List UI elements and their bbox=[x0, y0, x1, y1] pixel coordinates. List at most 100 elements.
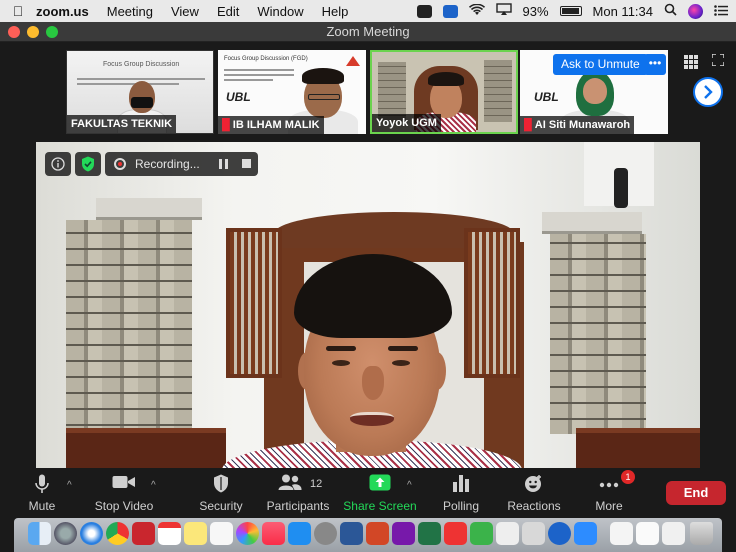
security-button[interactable]: Security bbox=[194, 468, 248, 518]
recording-label: Recording... bbox=[135, 157, 200, 171]
notes-icon[interactable] bbox=[184, 522, 207, 545]
more-notification-badge: 1 bbox=[621, 470, 635, 484]
menu-edit[interactable]: Edit bbox=[217, 4, 239, 19]
participant-name: FAKULTAS TEKNIK bbox=[67, 115, 177, 133]
stop-recording-icon[interactable] bbox=[242, 159, 251, 168]
onenote-icon[interactable] bbox=[392, 522, 415, 545]
chrome-icon[interactable] bbox=[106, 522, 129, 545]
music-icon[interactable] bbox=[262, 522, 285, 545]
share-options-chevron-icon[interactable]: ^ bbox=[407, 480, 412, 491]
calendar-icon[interactable] bbox=[158, 522, 181, 545]
apple-icon[interactable]:  bbox=[0, 3, 36, 19]
app-store-icon[interactable] bbox=[288, 522, 311, 545]
recording-indicator[interactable]: Recording... bbox=[105, 152, 258, 176]
finder-icon[interactable] bbox=[28, 522, 51, 545]
next-page-button[interactable] bbox=[693, 77, 723, 107]
fullscreen-icon[interactable] bbox=[711, 53, 725, 69]
system-preferences-icon[interactable] bbox=[314, 522, 337, 545]
preview-icon[interactable] bbox=[496, 522, 519, 545]
meeting-info-icon[interactable] bbox=[45, 152, 71, 176]
polling-label: Polling bbox=[442, 499, 480, 513]
polling-chart-icon bbox=[452, 474, 470, 495]
pillar bbox=[378, 62, 406, 122]
slide-title: Focus Group Discussion bbox=[103, 61, 180, 68]
stop-video-button[interactable]: Stop Video bbox=[88, 468, 160, 518]
spotlight-search-icon[interactable] bbox=[664, 3, 677, 19]
airplay-icon[interactable] bbox=[495, 3, 512, 19]
menu-help[interactable]: Help bbox=[322, 4, 349, 19]
zoom-screenshot:  zoom.us Meeting View Edit Window Help … bbox=[0, 0, 736, 552]
wifi-icon[interactable] bbox=[468, 3, 485, 19]
shield-icon bbox=[213, 474, 229, 496]
document-stack-icon[interactable] bbox=[610, 522, 633, 545]
video-options-chevron-icon[interactable]: ^ bbox=[151, 480, 156, 491]
audio-options-chevron-icon[interactable]: ^ bbox=[67, 480, 72, 491]
menu-meeting[interactable]: Meeting bbox=[107, 4, 153, 19]
ubl-logo: UBL bbox=[226, 90, 251, 104]
menu-window[interactable]: Window bbox=[257, 4, 303, 19]
encryption-shield-icon[interactable] bbox=[75, 152, 101, 176]
participant-tile[interactable]: Focus Group Discussion (FGD) UBL █ IB ILH… bbox=[218, 50, 366, 134]
polling-button[interactable]: Polling bbox=[438, 468, 484, 518]
menu-clock[interactable]: Mon 11:34 bbox=[593, 4, 653, 19]
siri-icon[interactable] bbox=[688, 3, 703, 19]
menu-view[interactable]: View bbox=[171, 4, 199, 19]
slide-title: Focus Group Discussion (FGD) bbox=[224, 56, 308, 62]
participants-button[interactable]: 12 Participants bbox=[262, 468, 334, 518]
acrobat-icon[interactable] bbox=[444, 522, 467, 545]
screenshot-file-icon[interactable] bbox=[636, 522, 659, 545]
battery-percent: 93% bbox=[522, 3, 549, 19]
teamviewer-dock-icon[interactable] bbox=[548, 522, 571, 545]
participant-tile[interactable]: Focus Group Discussion FAKULTAS TEKNIK bbox=[66, 50, 214, 134]
share-screen-button[interactable]: Share Screen bbox=[342, 468, 418, 518]
gallery-view-icon[interactable] bbox=[684, 55, 698, 69]
microphone-icon bbox=[35, 474, 49, 497]
app-gray-icon[interactable] bbox=[522, 522, 545, 545]
window-title: Zoom Meeting bbox=[326, 24, 410, 39]
powerpoint-icon[interactable] bbox=[366, 522, 389, 545]
end-meeting-button[interactable]: End bbox=[666, 481, 726, 505]
app-red-icon[interactable] bbox=[132, 522, 155, 545]
pillar bbox=[484, 60, 512, 122]
muted-mic-icon: █ bbox=[222, 119, 230, 131]
share-screen-icon bbox=[369, 474, 391, 494]
more-dots-icon bbox=[599, 477, 619, 491]
window-titlebar: Zoom Meeting bbox=[0, 22, 736, 42]
launchpad-icon[interactable] bbox=[54, 522, 77, 545]
reactions-smiley-icon bbox=[524, 474, 544, 497]
safari-icon[interactable] bbox=[80, 522, 103, 545]
participant-tile-active-speaker[interactable]: Yoyok UGM bbox=[370, 50, 518, 134]
participants-count: 12 bbox=[310, 478, 323, 490]
video-camera-icon bbox=[112, 474, 136, 493]
face-mask bbox=[131, 97, 153, 108]
tile-more-options-button[interactable]: ••• bbox=[644, 54, 666, 75]
battery-icon[interactable] bbox=[559, 6, 582, 16]
reactions-button[interactable]: Reactions bbox=[504, 468, 564, 518]
zoom-dock-icon[interactable] bbox=[574, 522, 597, 545]
logo-icon bbox=[346, 56, 360, 66]
more-label: More bbox=[595, 499, 623, 513]
mute-button[interactable]: Mute bbox=[16, 468, 68, 518]
teamviewer-icon[interactable] bbox=[442, 4, 458, 18]
word-icon[interactable] bbox=[340, 522, 363, 545]
menu-app-name[interactable]: zoom.us bbox=[36, 4, 89, 19]
more-button[interactable]: 1 More bbox=[588, 468, 635, 518]
participants-icon bbox=[278, 474, 302, 493]
notification-center-icon[interactable] bbox=[714, 4, 728, 19]
pause-recording-icon[interactable] bbox=[219, 159, 228, 169]
excel-icon[interactable] bbox=[418, 522, 441, 545]
muted-mic-icon: █ bbox=[524, 119, 532, 131]
macos-menubar:  zoom.us Meeting View Edit Window Help … bbox=[0, 0, 736, 22]
ask-to-unmute-button[interactable]: Ask to Unmute bbox=[553, 54, 648, 75]
security-label: Security bbox=[199, 499, 243, 513]
photos-icon[interactable] bbox=[236, 522, 259, 545]
reminders-icon[interactable] bbox=[210, 522, 233, 545]
trash-icon[interactable] bbox=[690, 522, 713, 545]
glasses bbox=[308, 94, 340, 100]
record-icon bbox=[114, 158, 126, 170]
ubl-logo: UBL bbox=[534, 90, 559, 104]
participant-name: █ AI Siti Munawaroh bbox=[520, 116, 635, 134]
zoom-status-icon[interactable] bbox=[416, 4, 432, 18]
screenshot-file-icon[interactable] bbox=[662, 522, 685, 545]
app-green-icon[interactable] bbox=[470, 522, 493, 545]
